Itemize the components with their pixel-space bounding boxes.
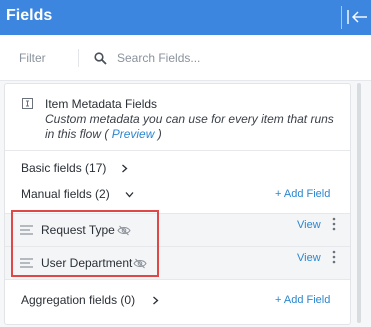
metadata-card: Item Metadata Fields Custom metadata you… (4, 83, 351, 325)
metadata-description-suffix: ) (154, 127, 162, 141)
panel-title: Fields (6, 7, 53, 24)
aggregation-fields-toggle[interactable]: Aggregation fields (0) (21, 293, 135, 307)
metadata-title: Item Metadata Fields (45, 97, 158, 111)
scrollbar[interactable] (357, 83, 361, 323)
fields-scroll-area: Item Metadata Fields Custom metadata you… (0, 81, 371, 327)
manual-fields-toggle[interactable]: Manual fields (2) (21, 187, 110, 201)
field-name: Request Type (41, 223, 115, 237)
view-button[interactable]: View (297, 219, 321, 231)
more-options-icon[interactable] (332, 250, 336, 264)
metadata-description: Custom metadata you can use for every it… (45, 112, 340, 142)
add-manual-field-button[interactable]: + Add Field (275, 188, 330, 200)
filter-bar: Filter (0, 35, 371, 81)
header-divider (341, 6, 342, 29)
search-fields-input[interactable] (113, 47, 341, 69)
more-options-icon[interactable] (332, 217, 336, 231)
add-aggregation-field-button[interactable]: + Add Field (275, 294, 330, 306)
field-name: User Department (41, 256, 133, 270)
view-button[interactable]: View (297, 252, 321, 264)
eye-slash-icon (117, 225, 131, 236)
basic-fields-toggle[interactable]: Basic fields (17) (21, 161, 106, 175)
filter-button[interactable]: Filter (19, 51, 46, 65)
metadata-description-text: Custom metadata you can use for every it… (45, 112, 334, 141)
preview-link[interactable]: Preview (112, 127, 155, 141)
card-divider (5, 150, 350, 151)
field-row-user-department[interactable]: User Department View (5, 246, 350, 280)
field-row-request-type[interactable]: Request Type View (5, 213, 350, 246)
chevron-right-icon[interactable] (120, 164, 129, 173)
collapse-panel-icon[interactable] (346, 7, 368, 27)
chevron-right-icon[interactable] (151, 296, 160, 305)
drag-handle-icon[interactable] (20, 258, 33, 268)
search-icon (94, 52, 107, 65)
metadata-icon (22, 98, 33, 109)
chevron-down-icon[interactable] (125, 190, 134, 199)
filter-divider (78, 49, 79, 67)
panel-header: Fields (0, 0, 371, 35)
drag-handle-icon[interactable] (20, 225, 33, 235)
eye-slash-icon (133, 258, 147, 269)
